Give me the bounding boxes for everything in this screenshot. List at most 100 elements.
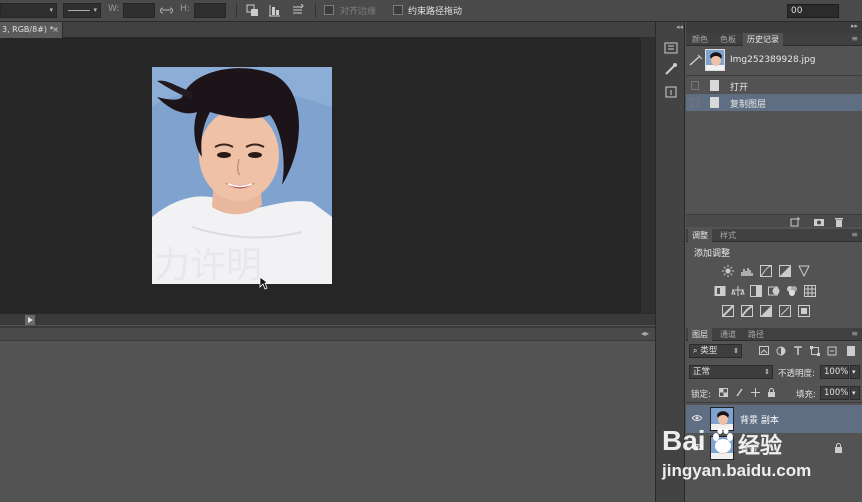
- options-bar: ▾ ▾ W: H: 对齐边缘 约束路径拖动 00: [0, 0, 862, 22]
- fill-slider-button[interactable]: ▾: [850, 386, 860, 400]
- constrain-path-label: 约束路径拖动: [408, 7, 463, 17]
- history-state-duplicate-layer[interactable]: 复制图层: [686, 94, 862, 111]
- search-icon: ⌕: [693, 346, 698, 355]
- preset-dropdown[interactable]: ▾: [0, 3, 57, 18]
- brightness-contrast-icon: [722, 265, 734, 277]
- adjustments-title: 添加调整: [694, 249, 731, 259]
- watermark-brand-suffix: 经验: [738, 434, 783, 459]
- panel-menu-icon[interactable]: ≡: [851, 34, 858, 43]
- paw-logo-icon: [713, 428, 733, 453]
- chevron-down-icon: ▾: [49, 6, 53, 14]
- brush-presets-icon[interactable]: [662, 62, 680, 78]
- tab-styles[interactable]: 样式: [716, 229, 740, 242]
- vertical-scrollbar[interactable]: [641, 38, 655, 313]
- threshold-icon: [760, 305, 772, 317]
- exposure-icon: [779, 265, 791, 277]
- info-panel-icon[interactable]: [662, 84, 680, 100]
- divider: [686, 402, 862, 403]
- height-input[interactable]: [194, 3, 226, 18]
- history-state-open[interactable]: 打开: [686, 77, 862, 94]
- link-icon[interactable]: [160, 4, 173, 17]
- panel-menu-icon[interactable]: ≡: [851, 329, 858, 338]
- adjustment-icons-row-1: [722, 265, 810, 277]
- watermark-url: jingyan.baidu.com: [662, 461, 812, 480]
- lower-panel-header: ◂▸: [0, 328, 655, 341]
- lower-panel: ◂▸: [0, 326, 655, 502]
- constrain-path-checkbox[interactable]: [393, 5, 403, 15]
- history-brush-icon[interactable]: [689, 54, 703, 66]
- smart-object-filter-icon: [827, 346, 837, 356]
- opacity-slider-button[interactable]: ▾: [850, 365, 860, 379]
- posterize-icon: [741, 305, 753, 317]
- canvas-area[interactable]: 力许明: [0, 38, 655, 313]
- chevron-down-icon: ▾: [852, 368, 856, 376]
- selective-color-icon: [798, 305, 810, 317]
- chevron-down-icon: ▾: [93, 6, 97, 14]
- history-source-checkbox[interactable]: [691, 81, 699, 90]
- collapse-icon[interactable]: ◂◂: [676, 23, 683, 31]
- black-white-icon: [750, 285, 762, 297]
- tab-adjustments[interactable]: 调整: [688, 229, 712, 242]
- opacity-input[interactable]: 100%: [820, 365, 849, 379]
- lock-transparent-icon: [719, 388, 728, 397]
- channel-mixer-icon: [787, 286, 797, 296]
- tab-channels[interactable]: 通道: [716, 328, 740, 341]
- workspace-field[interactable]: 00: [787, 4, 839, 18]
- eye-icon[interactable]: [692, 414, 702, 422]
- stroke-type-dropdown[interactable]: ▾: [63, 3, 101, 18]
- divider: [315, 3, 316, 18]
- collapse-icon[interactable]: ▸▸: [851, 22, 858, 30]
- history-snapshot[interactable]: Img252389928.jpg: [686, 46, 862, 74]
- tab-paths[interactable]: 路径: [744, 328, 768, 341]
- trash-icon[interactable]: [834, 217, 844, 227]
- watermark-brand: Bai: [662, 425, 706, 456]
- document-tab[interactable]: 3, RGB/8#) * ×: [0, 22, 63, 38]
- panel-menu-icon[interactable]: ◂▸: [641, 329, 649, 338]
- new-document-from-state-icon[interactable]: [789, 217, 801, 227]
- vibrance-icon: [798, 265, 810, 277]
- snapshot-name: Img252389928.jpg: [730, 55, 816, 65]
- path-alignment-icon[interactable]: [268, 4, 281, 17]
- blend-mode-dropdown[interactable]: 正常 ⇕: [689, 365, 773, 379]
- camera-icon[interactable]: [813, 217, 825, 227]
- history-panel-icon[interactable]: [662, 40, 680, 56]
- adjustment-icons-row-2: [714, 285, 816, 297]
- document-tab-title: 3, RGB/8#) *: [2, 25, 54, 34]
- levels-icon: [741, 268, 753, 276]
- adjustment-filter-icon: [776, 346, 786, 356]
- document-image[interactable]: 力许明: [152, 67, 332, 284]
- photo-filter-icon: [768, 286, 780, 296]
- fill-input[interactable]: 100%: [820, 386, 849, 400]
- opacity-label: 不透明度:: [778, 369, 815, 379]
- layer-filter-dropdown[interactable]: ⌕ 类型 ⇕: [689, 344, 742, 358]
- tab-color[interactable]: 颜色: [688, 33, 712, 46]
- chevron-down-icon: ⇕: [764, 368, 770, 376]
- tab-history[interactable]: 历史记录: [743, 33, 783, 46]
- layer-filter-icons: [759, 346, 855, 356]
- close-icon[interactable]: ×: [52, 22, 59, 38]
- tab-layers[interactable]: 图层: [688, 328, 712, 341]
- horizontal-scrollbar[interactable]: [0, 313, 655, 325]
- width-input[interactable]: [123, 3, 155, 18]
- color-lookup-icon: [804, 285, 816, 297]
- lock-label: 锁定:: [691, 390, 711, 400]
- history-state-label: 打开: [730, 83, 749, 93]
- align-edges-checkbox[interactable]: [324, 5, 334, 15]
- panel-menu-icon[interactable]: ≡: [851, 230, 858, 239]
- align-edges-label: 对齐边缘: [340, 7, 377, 17]
- history-panel-tabs: 颜色 色板 历史记录 ≡: [686, 33, 862, 46]
- tab-swatches[interactable]: 色板: [716, 33, 740, 46]
- history-source-checkbox[interactable]: [691, 98, 699, 107]
- document-icon: [710, 97, 719, 108]
- document-icon: [710, 80, 719, 91]
- scrollbar-thumb[interactable]: [25, 315, 35, 325]
- history-state-label: 复制图层: [730, 100, 767, 110]
- path-arrangement-icon[interactable]: [291, 3, 304, 17]
- color-balance-icon: [731, 286, 745, 296]
- chevron-down-icon: ⇕: [733, 347, 739, 355]
- path-operations-icon[interactable]: [246, 4, 259, 17]
- history-footer: [686, 214, 862, 227]
- lock-all-icon: [768, 388, 775, 397]
- divider: [686, 75, 862, 76]
- adjustments-panel-tabs: 调整 样式 ≡: [686, 229, 862, 242]
